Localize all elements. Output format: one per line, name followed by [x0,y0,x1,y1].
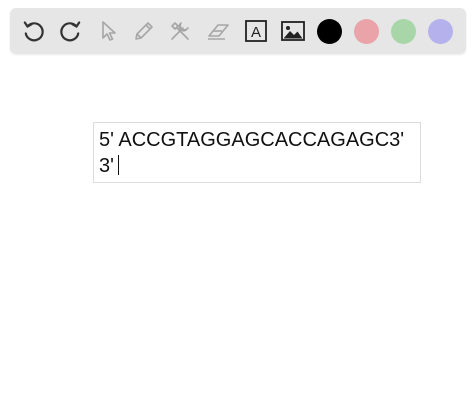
svg-text:A: A [251,24,261,41]
text-line-2: 3' [99,153,415,179]
tools-button[interactable] [164,15,196,47]
text-caret [117,155,119,175]
pen-tool-button[interactable] [128,15,160,47]
pen-icon [135,22,153,40]
color-swatch-black[interactable] [317,19,342,44]
text-tool-button[interactable]: A [240,15,272,47]
image-tool-button[interactable] [277,15,309,47]
text-input-box[interactable]: 5' ACCGTAGGAGCACCAGAGC3' 3' [93,122,421,183]
tools-icon [171,22,189,40]
undo-icon [23,21,44,42]
eraser-icon [208,24,229,40]
select-tool-button[interactable] [92,15,124,47]
image-icon [281,21,305,41]
text-line-2-content: 3' [99,155,114,177]
undo-button[interactable] [18,15,50,47]
select-pointer-icon [102,21,116,41]
drawing-toolbar: A [10,8,466,54]
text-line-1: 5' ACCGTAGGAGCACCAGAGC3' [99,129,405,151]
color-swatch-pink[interactable] [354,19,379,44]
color-swatch-lavender[interactable] [428,19,453,44]
color-swatch-green[interactable] [391,19,416,44]
redo-button[interactable] [54,15,86,47]
eraser-button[interactable] [202,15,234,47]
redo-icon [60,21,81,42]
text-box-icon: A [245,20,267,42]
